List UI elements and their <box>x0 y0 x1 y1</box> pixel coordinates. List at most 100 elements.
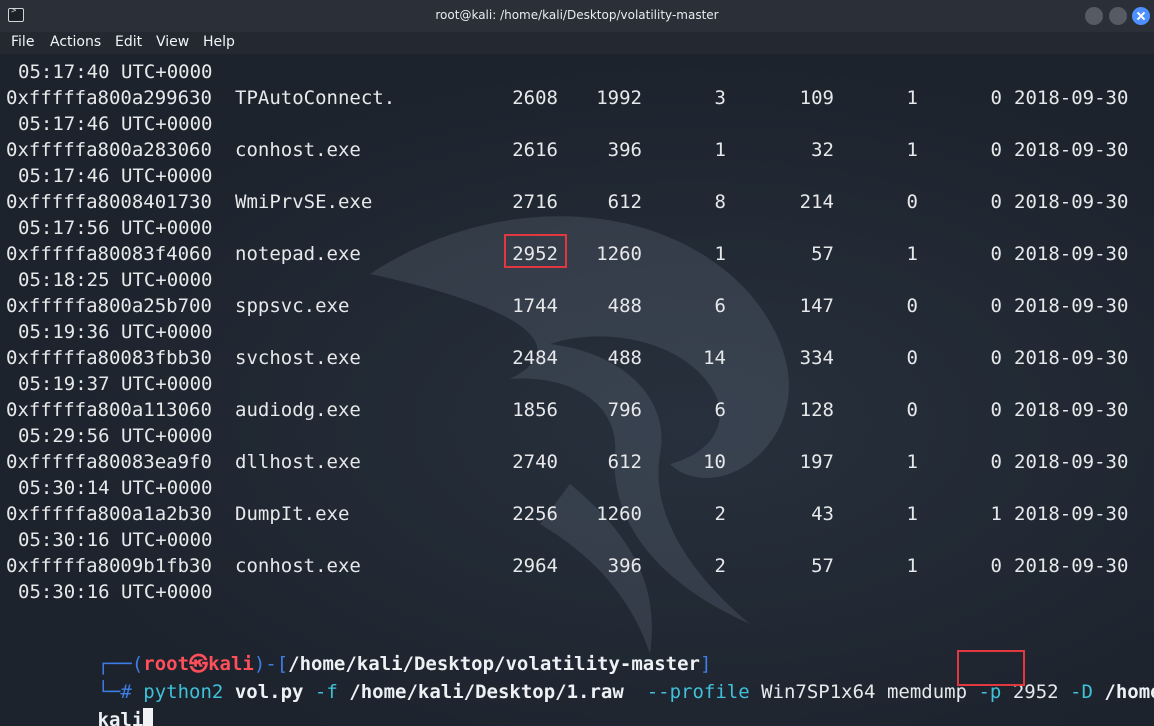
menu-view[interactable]: View <box>156 34 189 50</box>
process-handles: 109 <box>799 87 834 109</box>
process-handles: 32 <box>811 139 834 161</box>
process-session: 1 <box>906 555 918 577</box>
process-wow64: 0 <box>990 139 1002 161</box>
close-button[interactable] <box>1132 7 1150 25</box>
process-time: 05:17:40 UTC+0000 <box>18 61 213 83</box>
process-ppid: 612 <box>607 191 642 213</box>
process-offset: 0xfffffa800a299630 <box>6 87 212 109</box>
process-threads: 3 <box>714 87 726 109</box>
process-start-time: 05:17:46 UTC+0000 <box>18 165 213 187</box>
menu-bar: File Actions Edit View Help <box>0 32 1154 54</box>
terminal-window: root@kali: /home/kali/Desktop/volatility… <box>0 0 1154 726</box>
process-threads: 1 <box>714 139 726 161</box>
process-wow64: 0 <box>990 555 1002 577</box>
process-ppid: 1260 <box>596 503 642 525</box>
process-start-time: 05:19:36 UTC+0000 <box>18 321 213 343</box>
title-bar[interactable]: root@kali: /home/kali/Desktop/volatility… <box>0 0 1154 33</box>
process-session: 1 <box>906 503 918 525</box>
process-start-time: 05:17:56 UTC+0000 <box>18 217 213 239</box>
process-name: dllhost.exe <box>235 451 361 473</box>
process-offset: 0xfffffa8008401730 <box>6 191 212 213</box>
menu-help[interactable]: Help <box>203 34 235 50</box>
minimize-button[interactable] <box>1085 7 1103 25</box>
process-wow64: 0 <box>990 399 1002 421</box>
process-pid: 2740 <box>512 451 558 473</box>
process-start-date: 2018-09-30 <box>1014 87 1129 109</box>
pid-highlight-box <box>504 234 567 268</box>
process-offset: 0xfffffa8009b1fb30 <box>6 555 212 577</box>
process-start-time: 05:30:16 UTC+0000 <box>18 529 213 551</box>
process-threads: 6 <box>714 295 726 317</box>
process-offset: 0xfffffa800a283060 <box>6 139 212 161</box>
process-threads: 6 <box>714 399 726 421</box>
process-start-time: 05:30:16 UTC+0000 <box>18 581 213 603</box>
command-pid-highlight-box <box>957 650 1025 686</box>
process-name: conhost.exe <box>235 139 361 161</box>
process-name: TPAutoConnect. <box>235 87 396 109</box>
process-threads: 10 <box>703 451 726 473</box>
process-pid: 1856 <box>512 399 558 421</box>
process-wow64: 0 <box>990 347 1002 369</box>
process-pid: 2964 <box>512 555 558 577</box>
process-offset: 0xfffffa80083fbb30 <box>6 347 212 369</box>
process-session: 1 <box>906 139 918 161</box>
process-pid: 2608 <box>512 87 558 109</box>
window-title: root@kali: /home/kali/Desktop/volatility… <box>435 8 719 22</box>
process-offset: 0xfffffa800a113060 <box>6 399 212 421</box>
command-name: python2 <box>143 681 224 703</box>
process-handles: 214 <box>799 191 834 213</box>
process-ppid: 396 <box>607 555 642 577</box>
process-session: 1 <box>906 87 918 109</box>
process-start-time: 05:17:46 UTC+0000 <box>18 113 213 135</box>
process-pid: 2256 <box>512 503 558 525</box>
terminal-output[interactable]: 05:17:40 UTC+0000 0xfffffa800a299630 TPAu… <box>0 54 1154 726</box>
process-wow64: 0 <box>990 87 1002 109</box>
process-start-time: 05:29:56 UTC+0000 <box>18 425 213 447</box>
process-start-date: 2018-09-30 <box>1014 399 1129 421</box>
process-name: audiodg.exe <box>235 399 361 421</box>
process-handles: 57 <box>811 243 834 265</box>
process-pid: 2616 <box>512 139 558 161</box>
process-threads: 2 <box>714 555 726 577</box>
menu-edit[interactable]: Edit <box>115 34 142 50</box>
process-session: 0 <box>906 191 918 213</box>
process-ppid: 488 <box>607 347 642 369</box>
process-session: 0 <box>906 399 918 421</box>
process-name: conhost.exe <box>235 555 361 577</box>
process-ppid: 796 <box>607 399 642 421</box>
process-name: notepad.exe <box>235 243 361 265</box>
menu-actions[interactable]: Actions <box>50 34 101 50</box>
process-start-date: 2018-09-30 <box>1014 139 1129 161</box>
process-threads: 14 <box>703 347 726 369</box>
process-threads: 1 <box>714 243 726 265</box>
process-start-date: 2018-09-30 <box>1014 243 1129 265</box>
process-wow64: 0 <box>990 243 1002 265</box>
maximize-button[interactable] <box>1109 7 1127 25</box>
process-session: 1 <box>906 451 918 473</box>
process-handles: 334 <box>799 347 834 369</box>
process-start-time: 05:19:37 UTC+0000 <box>18 373 213 395</box>
process-name: DumpIt.exe <box>235 503 350 525</box>
process-wow64: 1 <box>990 503 1002 525</box>
process-handles: 57 <box>811 555 834 577</box>
process-ppid: 612 <box>607 451 642 473</box>
process-pid: 2484 <box>512 347 558 369</box>
process-session: 0 <box>906 347 918 369</box>
process-pid: 2716 <box>512 191 558 213</box>
process-name: sppsvc.exe <box>235 295 350 317</box>
menu-file[interactable]: File <box>11 34 34 50</box>
process-start-date: 2018-09-30 <box>1014 503 1129 525</box>
process-session: 1 <box>906 243 918 265</box>
process-handles: 128 <box>799 399 834 421</box>
process-threads: 8 <box>714 191 726 213</box>
process-start-time: 05:18:25 UTC+0000 <box>18 269 213 291</box>
process-offset: 0xfffffa800a25b700 <box>6 295 212 317</box>
process-session: 0 <box>906 295 918 317</box>
process-wow64: 0 <box>990 191 1002 213</box>
process-offset: 0xfffffa800a1a2b30 <box>6 503 212 525</box>
process-start-date: 2018-09-30 <box>1014 451 1129 473</box>
process-wow64: 0 <box>990 295 1002 317</box>
process-pid: 1744 <box>512 295 558 317</box>
process-offset: 0xfffffa80083ea9f0 <box>6 451 212 473</box>
process-threads: 2 <box>714 503 726 525</box>
